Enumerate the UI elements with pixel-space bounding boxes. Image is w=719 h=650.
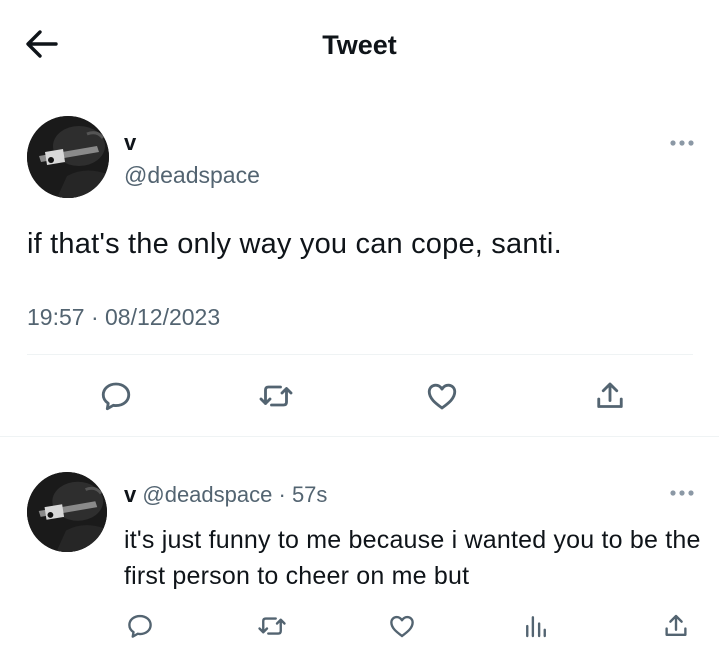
share-icon (665, 614, 687, 636)
tweet-time: 19:57 (27, 304, 85, 330)
more-options-button[interactable] (668, 486, 696, 500)
reply-button[interactable] (94, 374, 138, 418)
page-title: Tweet (322, 30, 397, 60)
like-button[interactable] (420, 374, 464, 418)
avatar[interactable] (27, 116, 109, 198)
like-button[interactable] (380, 604, 424, 648)
retweet-button[interactable] (250, 604, 294, 648)
tweet-text: if that's the only way you can cope, san… (27, 228, 562, 260)
share-button[interactable] (588, 374, 632, 418)
share-icon (597, 382, 623, 408)
heart-icon (427, 383, 457, 410)
meta-separator: · (278, 482, 286, 507)
display-name[interactable]: v (124, 482, 136, 507)
more-options-button[interactable] (668, 136, 696, 150)
more-dots-icon (670, 140, 694, 146)
reply-time[interactable]: 57s (292, 482, 327, 507)
tweet-date: 08/12/2023 (105, 304, 221, 330)
more-dots-icon (670, 490, 694, 496)
display-name[interactable]: v (124, 130, 136, 156)
top-bar: Tweet (0, 0, 719, 90)
meta-separator: · (90, 304, 99, 330)
reply-icon (128, 614, 152, 638)
share-button[interactable] (654, 604, 698, 648)
reply-header: v @deadspace · 57s (124, 482, 327, 508)
divider (27, 354, 693, 355)
reply-button[interactable] (118, 604, 162, 648)
retweet-icon (258, 617, 286, 635)
tweet-timestamp[interactable]: 19:57 · 08/12/2023 (27, 304, 220, 331)
retweet-button[interactable] (254, 374, 298, 418)
avatar[interactable] (27, 472, 107, 552)
user-handle[interactable]: @deadspace (142, 482, 272, 507)
heart-icon (390, 615, 414, 638)
reply-text: it's just funny to me because i wanted y… (124, 526, 701, 590)
retweet-icon (259, 385, 293, 407)
reply-icon (101, 382, 131, 411)
bar-chart-icon (526, 616, 546, 638)
divider (0, 436, 719, 437)
user-handle[interactable]: @deadspace (124, 162, 260, 189)
views-button[interactable] (514, 604, 558, 648)
